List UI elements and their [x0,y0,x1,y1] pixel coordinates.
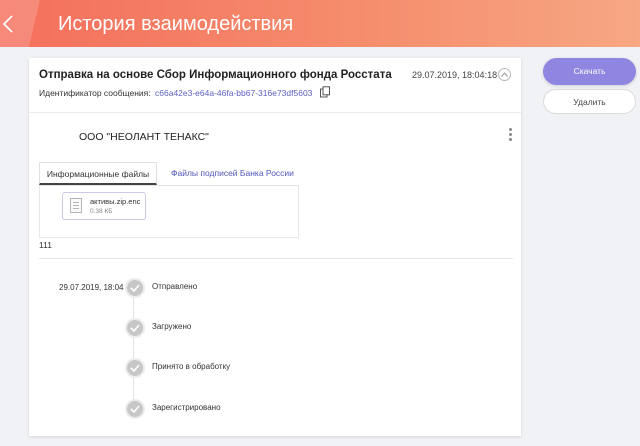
organization-name: ООО "НЕОЛАНТ ТЕНАКС" [79,131,209,143]
timeline-step-label: Зарегистрировано [152,403,221,412]
divider [39,258,513,259]
check-icon [125,278,145,298]
message-comment: 111 [39,240,52,250]
check-icon [125,318,145,338]
timeline-step-label: Принято в обработку [152,362,231,371]
timeline-step-label: Отправлено [152,282,198,291]
check-icon [125,358,145,378]
message-title: Отправка на основе Сбор Информационного … [39,69,392,81]
message-id-row: Идентификатор сообщения: c66a42e3-e64a-4… [39,88,312,98]
divider [29,112,521,113]
collapse-button[interactable] [498,68,511,81]
message-id-label: Идентификатор сообщения: [39,88,151,98]
download-button[interactable]: Скачать [543,58,636,85]
file-name: активы.zip.enc [90,197,141,206]
chevron-up-icon [501,72,508,77]
page-header: История взаимодействия [0,0,640,47]
more-options-icon[interactable] [507,128,513,144]
timeline-date: 29.07.2019, 18:04 [59,283,124,292]
tab-signature-files[interactable]: Файлы подписей Банка России [171,162,294,185]
message-card: Отправка на основе Сбор Информационного … [29,58,521,436]
file-item[interactable]: активы.zip.enc 0.38 КБ [62,192,146,220]
timeline-step-label: Загружено [152,322,192,331]
check-icon [125,399,145,419]
files-panel: активы.zip.enc 0.38 КБ [39,186,299,238]
file-tabs: Информационные файлы Файлы подписей Банк… [39,162,299,186]
message-id-value[interactable]: c66a42e3-e64a-46fa-bb67-316e73df5603 [155,88,312,98]
file-size: 0.38 КБ [90,208,113,215]
tab-info-files[interactable]: Информационные файлы [39,162,157,185]
timeline-line [133,286,134,410]
delete-button[interactable]: Удалить [543,89,636,114]
page-title: История взаимодействия [58,13,294,35]
chevron-left-icon [2,15,13,33]
file-icon [70,198,82,213]
back-button[interactable] [0,0,40,47]
copy-icon[interactable] [319,86,331,98]
message-date: 29.07.2019, 18:04:18 [412,70,498,80]
